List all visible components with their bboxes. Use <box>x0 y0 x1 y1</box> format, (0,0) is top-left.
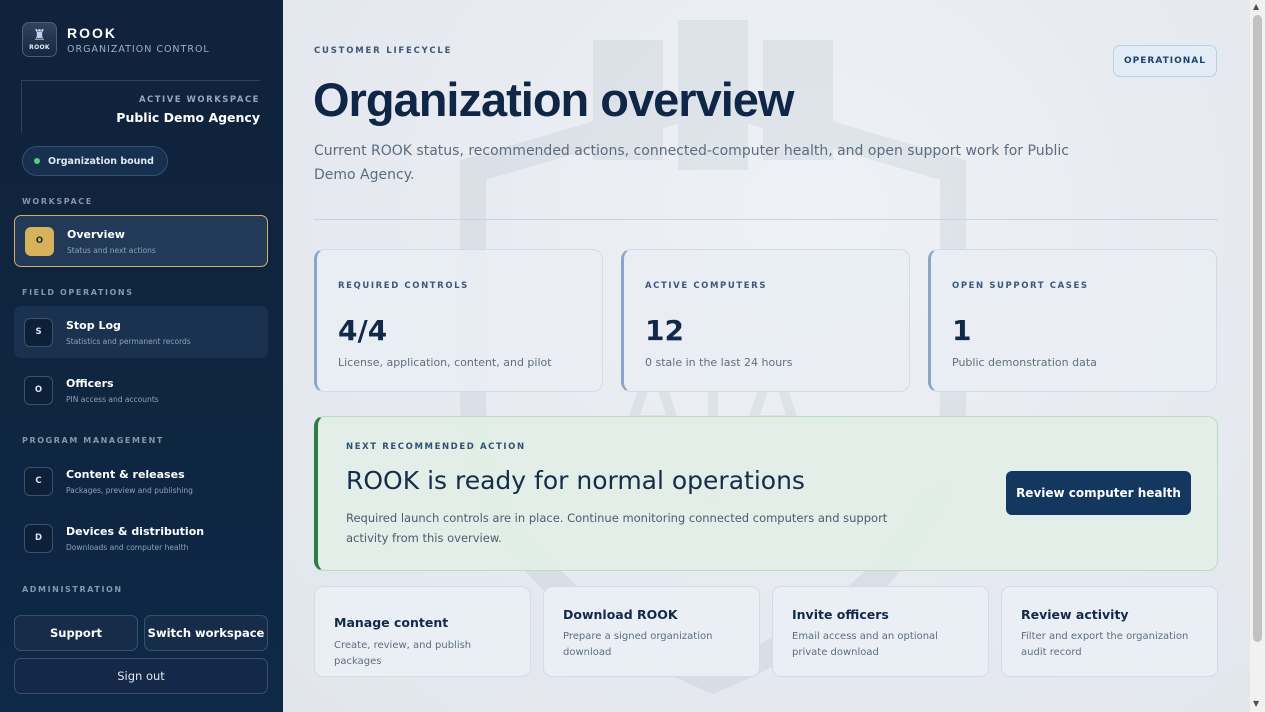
sidebar-item-desc: Status and next actions <box>67 245 156 255</box>
stat-card-open-support-cases: OPEN SUPPORT CASES 1 Public demonstratio… <box>928 249 1217 392</box>
sidebar-item-label: Content & releases <box>66 467 185 481</box>
stat-note: 0 stale in the last 24 hours <box>645 356 793 369</box>
active-workspace-label: ACTIVE WORKSPACE <box>138 95 260 105</box>
stop-log-badge-icon: S <box>24 317 53 347</box>
sidebar-item-label: Overview <box>67 227 125 241</box>
sidebar-item-officers[interactable]: O Officers PIN access and accounts <box>14 364 268 416</box>
sidebar-item-desc: Downloads and computer health <box>66 542 189 552</box>
stat-value: 1 <box>952 314 972 347</box>
status-dot-icon <box>34 158 40 164</box>
officers-badge-icon: O <box>24 375 53 405</box>
sidebar-item-label: Devices & distribution <box>66 524 205 538</box>
action-desc: Email access and an optional private dow… <box>792 631 938 658</box>
section-administration: ADMINISTRATION <box>22 585 123 594</box>
scroll-thumb[interactable] <box>1253 15 1262 642</box>
review-computer-health-button[interactable]: Review computer health <box>1006 471 1191 515</box>
stat-value: 4/4 <box>338 314 388 347</box>
next-action-card: NEXT RECOMMENDED ACTION ROOK is ready fo… <box>314 416 1218 571</box>
brand-subtitle: ORGANIZATION CONTROL <box>67 43 210 55</box>
action-desc: Prepare a signed organization download <box>563 631 713 658</box>
action-title: Invite officers <box>792 607 889 622</box>
main-content: CUSTOMER LIFECYCLE Organization overview… <box>283 0 1250 712</box>
logo-text: ROOK <box>29 44 50 51</box>
sidebar-item-content-releases[interactable]: C Content & releases Packages, preview a… <box>14 455 268 507</box>
brand[interactable]: ♜ ROOK ROOK ORGANIZATION CONTROL <box>22 22 210 57</box>
action-card-review-activity[interactable]: Review activity Filter and export the or… <box>1001 586 1218 677</box>
stat-label: REQUIRED CONTROLS <box>338 281 469 291</box>
action-title: Download ROOK <box>563 607 678 622</box>
stat-card-active-computers: ACTIVE COMPUTERS 12 0 stale in the last … <box>621 249 910 392</box>
page-eyebrow: CUSTOMER LIFECYCLE <box>314 46 453 56</box>
vertical-scrollbar[interactable]: ▲ ▼ <box>1250 0 1265 712</box>
sidebar-item-label: Stop Log <box>66 318 121 332</box>
action-title: Review activity <box>1021 607 1129 622</box>
scroll-up-icon[interactable]: ▲ <box>1253 2 1259 11</box>
stat-note: License, application, content, and pilot <box>338 356 552 369</box>
next-action-desc: Required launch controls are in place. C… <box>346 511 888 545</box>
action-title: Manage content <box>334 615 449 630</box>
organization-bound-badge: Organization bound <box>22 146 168 176</box>
rook-tower-icon: ♜ ROOK <box>22 22 57 57</box>
sidebar-item-devices-distribution[interactable]: D Devices & distribution Downloads and c… <box>14 512 268 564</box>
sidebar-item-stop-log[interactable]: S Stop Log Statistics and permanent reco… <box>14 306 268 358</box>
header-divider <box>314 219 1218 220</box>
section-field-operations: FIELD OPERATIONS <box>22 288 134 297</box>
sidebar-item-desc: Statistics and permanent records <box>66 336 191 346</box>
section-program-management: PROGRAM MANAGEMENT <box>22 436 164 445</box>
action-desc: Filter and export the organization audit… <box>1021 631 1189 658</box>
content-badge-icon: C <box>24 466 53 496</box>
sidebar-item-overview[interactable]: O Overview Status and next actions <box>14 215 268 267</box>
action-card-download-rook[interactable]: Download ROOK Prepare a signed organizat… <box>543 586 760 677</box>
stat-note: Public demonstration data <box>952 356 1097 369</box>
page-title: Organization overview <box>313 73 794 126</box>
stat-label: OPEN SUPPORT CASES <box>952 281 1089 291</box>
next-action-label: NEXT RECOMMENDED ACTION <box>346 442 526 452</box>
stat-card-required-controls: REQUIRED CONTROLS 4/4 License, applicati… <box>314 249 603 392</box>
devices-badge-icon: D <box>24 523 53 553</box>
status-badge: OPERATIONAL <box>1113 45 1217 77</box>
page-subtitle: Current ROOK status, recommended actions… <box>314 143 1069 183</box>
sidebar: ♜ ROOK ROOK ORGANIZATION CONTROL ACTIVE … <box>0 0 283 712</box>
section-workspace: WORKSPACE <box>22 197 93 206</box>
sign-out-button[interactable]: Sign out <box>14 658 268 694</box>
scroll-down-icon[interactable]: ▼ <box>1253 699 1259 708</box>
organization-bound-label: Organization bound <box>48 155 154 167</box>
stat-value: 12 <box>645 314 684 347</box>
action-card-manage-content[interactable]: Manage content Create, review, and publi… <box>314 586 531 677</box>
sidebar-item-label: Officers <box>66 376 114 390</box>
action-card-invite-officers[interactable]: Invite officers Email access and an opti… <box>772 586 989 677</box>
switch-workspace-button[interactable]: Switch workspace <box>144 615 268 651</box>
brand-name: ROOK <box>67 24 117 41</box>
active-workspace: ACTIVE WORKSPACE Public Demo Agency <box>21 80 260 133</box>
stat-label: ACTIVE COMPUTERS <box>645 281 768 291</box>
sidebar-item-desc: Packages, preview and publishing <box>66 485 193 495</box>
overview-badge-icon: O <box>25 226 54 256</box>
active-workspace-name: Public Demo Agency <box>116 110 260 125</box>
sidebar-item-desc: PIN access and accounts <box>66 394 159 404</box>
support-button[interactable]: Support <box>14 615 138 651</box>
next-action-title: ROOK is ready for normal operations <box>346 466 805 495</box>
action-desc: Create, review, and publish packages <box>334 640 472 667</box>
